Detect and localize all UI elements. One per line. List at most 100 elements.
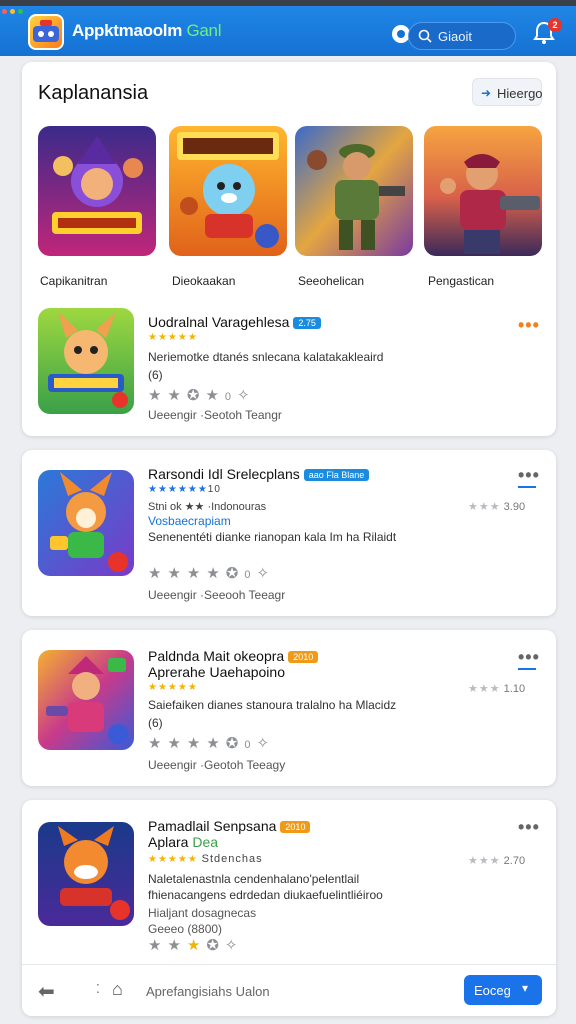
app-card-3-title-text: Pamadlail Senpsana <box>148 818 277 834</box>
more-options-icon[interactable]: ••• <box>518 316 540 334</box>
maximize-dot[interactable] <box>18 9 23 14</box>
featured-tile-1[interactable] <box>38 126 156 256</box>
app-card-3-desc: Naletalenastnla cendenhalano'pelentlail <box>148 872 360 886</box>
app-card-1[interactable]: Rarsondi Idl Srelecplans aao Fla Blane ★★… <box>22 450 556 616</box>
app-card-2-more-icon[interactable]: ••• <box>518 648 540 666</box>
app-card-3-stars: ★★★★★ Stdenchas <box>148 853 263 865</box>
app-card-1-stars: ★★★★★★10 <box>148 484 221 495</box>
header-action-button[interactable]: ➜ Hieergo <box>472 78 543 106</box>
featured-tile-4-label: Pengastican <box>428 274 495 288</box>
app-card-3-stars-glyphs: ★★★★★ <box>148 854 198 865</box>
app-card-1-rating-icons[interactable]: ★★★★✪0✧ <box>148 564 275 582</box>
section-title: Kaplanansia <box>38 82 149 104</box>
app-icon-bunny-icon <box>38 308 134 414</box>
app-card-1-side-rating: ★★★ 3.90 <box>468 500 525 513</box>
app-card-1-meta: Stni ok ★★ ·Indonouras <box>148 501 267 513</box>
app-card-3-subtitle-text: Aplara <box>148 834 189 850</box>
app-card-2-stars: ★★★★★ <box>148 682 198 693</box>
featured-tile-2-label: Dieokaakan <box>172 274 236 288</box>
app-card-3-subtitle-accent: Dea <box>192 834 219 850</box>
game-art-wizard-icon <box>38 126 156 256</box>
app-card-2-dash <box>518 668 536 670</box>
app-card-3-rating-icons[interactable]: ★★★✪✧ <box>148 936 244 954</box>
app-card-2-side-stars-icon: ★★★ <box>468 683 501 695</box>
app-card-1-side-stars-icon: ★★★ <box>468 501 501 513</box>
app-card-3-meta: Stdenchas <box>201 853 263 865</box>
app-icon-hero-icon <box>38 650 134 750</box>
app-card-3-more-icon[interactable]: ••• <box>518 818 540 836</box>
featured-row-app-icon[interactable] <box>38 308 134 414</box>
bottom-action-button[interactable]: Eoceg ▾ <box>464 975 542 1005</box>
featured-row-footer: Ueeengir ·Seotoh Teangr <box>148 408 282 422</box>
featured-tile-3[interactable] <box>295 126 413 256</box>
app-card-2-rating-value: 0 <box>244 739 257 751</box>
game-art-soldier-icon <box>295 126 413 256</box>
top-app-bar: Appktmaoolm Ganl Giaoit 2 <box>0 0 576 56</box>
app-card-1-badge: aao Fla Blane <box>303 469 370 482</box>
app-card-2-desc-count: (6) <box>148 716 163 730</box>
app-card-2-rating-icons[interactable]: ★★★★✪0✧ <box>148 734 275 752</box>
featured-tile-2[interactable] <box>169 126 287 256</box>
minimize-dot[interactable] <box>10 9 15 14</box>
featured-row-rating-icons[interactable]: ★★✪★0✧ <box>148 386 256 404</box>
app-card-1-link[interactable]: Vosbaecrapiam <box>148 514 231 528</box>
app-card-1-stars-suffix: 10 <box>207 484 221 495</box>
featured-tile-3-label: Seeohelican <box>298 274 365 288</box>
app-card-2[interactable]: Paldnda Mait okeopra 2010 Aprerahe Uaehap… <box>22 630 556 786</box>
app-card-3-badge: 2010 <box>280 821 311 834</box>
app-card-2-icon[interactable] <box>38 650 134 750</box>
pager-dots-icon[interactable]: ⁚ <box>96 982 100 996</box>
app-card-1-stars-glyphs: ★★★★★★ <box>148 484 208 495</box>
app-card-2-title-text: Paldnda Mait okeopra <box>148 648 285 664</box>
app-card-2-title: Paldnda Mait okeopra 2010 <box>148 648 319 664</box>
app-card-2-subtitle: Aprerahe Uaehapoino <box>148 664 285 680</box>
app-card-2-side-rating: ★★★ 1.10 <box>468 682 525 695</box>
app-title-accent: Ganl <box>186 21 222 40</box>
app-card-2-side-value: 1.10 <box>503 683 526 695</box>
app-card-1-title: Rarsondi Idl Srelecplans aao Fla Blane <box>148 466 370 482</box>
featured-row-desc-count: (6) <box>148 368 163 382</box>
app-card-3-icon[interactable] <box>38 822 134 926</box>
bottom-action-label: Eoceg <box>474 983 511 998</box>
close-dot[interactable] <box>2 9 7 14</box>
app-card-1-dash <box>518 486 536 488</box>
app-card-3-desc2: fhienacangens edrdedan diukaefuelintliéi… <box>148 888 383 902</box>
app-card-3-subtitle: Aplara Dea <box>148 834 218 850</box>
notifications-button[interactable]: 2 <box>532 18 562 48</box>
featured-row-title: Uodralnal Varagehlesa 2.75 <box>148 314 321 330</box>
header-action-label: Hieergo <box>497 86 543 101</box>
app-icon-cat-icon <box>38 822 134 926</box>
chevron-down-icon: ▾ <box>522 981 529 995</box>
app-title-main: Appktmaoolm <box>72 21 183 40</box>
search-input[interactable]: Giaoit <box>408 22 516 50</box>
search-icon <box>418 29 432 43</box>
app-card-1-desc: Senenentéti dianke rianopan kala Im ha R… <box>148 530 397 544</box>
app-card-3-subinfo-2: Geeeo (8800) <box>148 922 223 936</box>
app-card-1-rating-value: 0 <box>244 569 257 581</box>
app-logo-icon[interactable] <box>28 14 64 50</box>
app-card-3-subinfo-1: Hialjant dosagnecas <box>148 906 257 920</box>
app-card-1-side-value: 3.90 <box>503 501 526 513</box>
game-art-bear-icon <box>169 126 287 256</box>
app-card-3-side-stars-icon: ★★★ <box>468 855 501 867</box>
app-card-1-icon[interactable] <box>38 470 134 576</box>
featured-card: Kaplanansia ➜ Hieergo Capikanitran Dieok… <box>22 62 556 436</box>
app-card-3-side-value: 2.70 <box>503 855 526 867</box>
app-card-2-desc: Saiefaiken dianes stanoura tralalno ha M… <box>148 698 397 712</box>
app-card-1-more-icon[interactable]: ••• <box>518 466 540 484</box>
app-card-2-badge: 2010 <box>288 651 319 664</box>
arrow-icon: ➜ <box>481 86 492 100</box>
featured-row-title-text: Uodralnal Varagehlesa <box>148 314 290 330</box>
featured-tile-1-label: Capikanitran <box>40 274 108 288</box>
app-card-1-footer: Ueeengir ·Seeooh Teeagr <box>148 588 286 602</box>
app-card-3-side-rating: ★★★ 2.70 <box>468 854 525 867</box>
featured-tile-4[interactable] <box>424 126 542 256</box>
app-card-1-title-text: Rarsondi Idl Srelecplans <box>148 466 300 482</box>
app-card-3-title: Pamadlail Senpsana 2010 <box>148 818 311 834</box>
featured-row-rating-value: 0 <box>224 391 238 403</box>
search-placeholder: Giaoit <box>438 29 472 44</box>
back-arrow-icon[interactable]: ⬅ <box>38 979 55 1004</box>
home-icon[interactable]: ⌂ <box>112 979 123 1000</box>
featured-row-stars: ★★★★★ <box>148 332 198 343</box>
featured-row-badge: 2.75 <box>293 317 321 330</box>
